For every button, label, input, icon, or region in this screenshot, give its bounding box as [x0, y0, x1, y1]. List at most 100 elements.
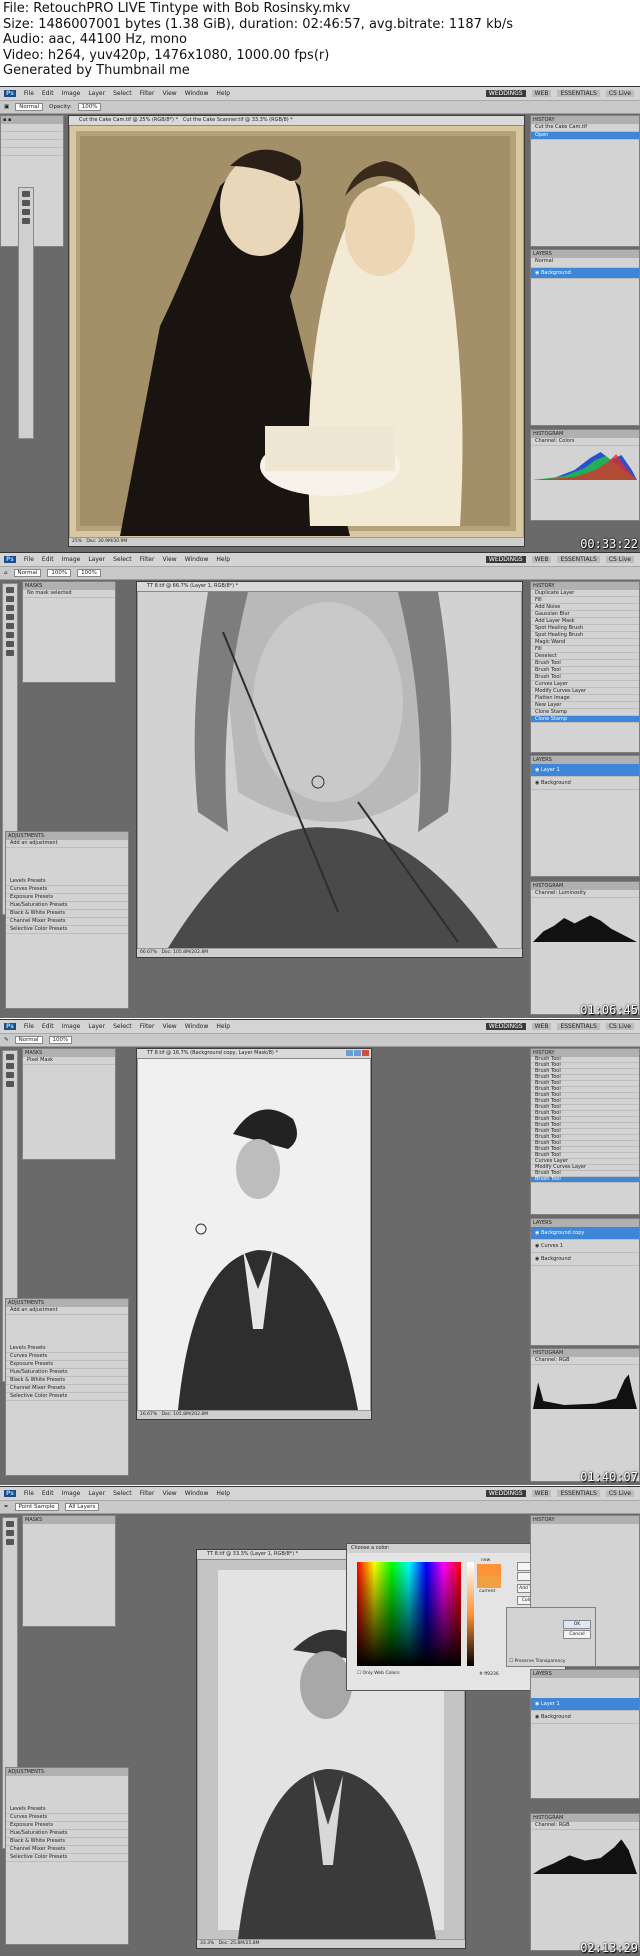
panel-row[interactable] [1, 140, 63, 148]
menu-file[interactable]: File [24, 556, 34, 563]
panel-row[interactable] [1, 124, 63, 132]
menu-view[interactable]: View [162, 1490, 176, 1497]
layer-row[interactable]: ◉ Curves 1 [531, 1240, 639, 1253]
history-item[interactable]: Duplicate Layer [531, 590, 639, 597]
workspace-weddings[interactable]: WEDDINGS [485, 1490, 526, 1497]
history-item[interactable]: Clone Stamp [531, 709, 639, 716]
history-item[interactable]: Curves Layer [531, 681, 639, 688]
brush-tool-icon[interactable] [6, 1072, 14, 1078]
menu-file[interactable]: File [24, 1490, 34, 1497]
history-item[interactable]: Brush Tool [531, 1177, 639, 1183]
menu-view[interactable]: View [162, 556, 176, 563]
menu-edit[interactable]: Edit [42, 1023, 54, 1030]
tool-preset-icon[interactable]: ▣ [4, 104, 9, 110]
only-web-colors-checkbox[interactable]: ☐ Only Web Colors [357, 1671, 400, 1676]
cs-live-button[interactable]: CS Live [605, 1023, 634, 1030]
opacity-field[interactable]: 100% [77, 103, 102, 111]
maximize-icon[interactable] [354, 1050, 361, 1056]
channel-value[interactable]: Colors [559, 438, 575, 444]
history-item[interactable]: Spot Healing Brush [531, 625, 639, 632]
channel-select[interactable]: Channel: RGB [531, 1357, 639, 1365]
zoom-readout[interactable]: 16.67% [140, 1412, 157, 1417]
eraser-tool-icon[interactable] [6, 632, 14, 638]
menu-help[interactable]: Help [216, 90, 230, 97]
preset-item[interactable]: Selective Color Presets [6, 1854, 128, 1862]
menu-filter[interactable]: Filter [140, 1023, 155, 1030]
channel-value[interactable]: RGB [559, 1822, 570, 1828]
preset-item[interactable]: Exposure Presets [6, 1361, 128, 1369]
hex-value[interactable]: ff9236 [484, 1672, 499, 1677]
mode-select[interactable]: Normal [15, 103, 44, 111]
hue-slider[interactable] [467, 1562, 474, 1666]
menu-view[interactable]: View [162, 90, 176, 97]
history-item[interactable]: Fill [531, 597, 639, 604]
document-tab[interactable]: TT 8.tif @ 16.7% (Background copy, Layer… [137, 1049, 371, 1059]
menu-edit[interactable]: Edit [42, 90, 54, 97]
panel-row[interactable] [1, 148, 63, 156]
workspace-weddings[interactable]: WEDDINGS [485, 1023, 526, 1030]
history-item[interactable]: Cut the Cake Cam.tif [531, 124, 639, 132]
eye-icon[interactable]: ◉ [535, 1714, 539, 1720]
preset-item[interactable]: Levels Presets [6, 1345, 128, 1353]
workspace-essentials[interactable]: ESSENTIALS [557, 1023, 600, 1030]
menu-image[interactable]: Image [62, 556, 81, 563]
preset-item[interactable]: Hue/Saturation Presets [6, 1369, 128, 1377]
cs-live-button[interactable]: CS Live [605, 556, 634, 563]
preset-item[interactable]: Channel Mixer Presets [6, 1385, 128, 1393]
lasso-tool-icon[interactable] [22, 209, 30, 215]
preset-item[interactable]: Levels Presets [6, 1806, 128, 1814]
menu-layer[interactable]: Layer [88, 556, 105, 563]
preset-item[interactable]: Curves Presets [6, 886, 128, 894]
preset-item[interactable]: Hue/Saturation Presets [6, 1830, 128, 1838]
zoom-readout[interactable]: 33.3% [200, 1941, 214, 1946]
layer-row[interactable]: ◉ Background [531, 1253, 639, 1266]
eye-icon[interactable]: ◉ [535, 270, 539, 276]
preset-item[interactable]: Curves Presets [6, 1814, 128, 1822]
layer-name[interactable]: Background copy [541, 1230, 584, 1236]
eye-icon[interactable]: ◉ [535, 767, 539, 773]
brush-icon[interactable]: ✎ [4, 1037, 9, 1043]
menu-filter[interactable]: Filter [140, 1490, 155, 1497]
menu-file[interactable]: File [24, 90, 34, 97]
opacity-field[interactable]: 100% [47, 569, 72, 577]
layer-row[interactable]: ◉ Background [531, 268, 639, 279]
photo-canvas[interactable] [138, 1059, 370, 1410]
menu-layer[interactable]: Layer [88, 1023, 105, 1030]
menu-select[interactable]: Select [113, 1023, 132, 1030]
menu-filter[interactable]: Filter [140, 90, 155, 97]
layer-name[interactable]: Background [541, 1714, 571, 1720]
history-item[interactable]: Open [531, 132, 639, 140]
layer-row[interactable]: ◉ Background copy [531, 1227, 639, 1240]
history-item[interactable]: Add Layer Mask [531, 618, 639, 625]
preset-item[interactable]: Hue/Saturation Presets [6, 902, 128, 910]
history-item[interactable]: Flatten Image [531, 695, 639, 702]
layer-name[interactable]: Layer 1 [541, 1701, 560, 1707]
workspace-essentials[interactable]: ESSENTIALS [557, 1490, 600, 1497]
channel-value[interactable]: Luminosity [559, 890, 586, 896]
menu-image[interactable]: Image [62, 90, 81, 97]
cs-live-button[interactable]: CS Live [605, 1490, 634, 1497]
document-tab[interactable]: Cut the Cake Cam.tif @ 25% (RGB/8*) * Cu… [69, 116, 524, 126]
preset-item[interactable]: Channel Mixer Presets [6, 1846, 128, 1854]
eye-icon[interactable]: ◉ [535, 780, 539, 786]
preset-item[interactable]: Black & White Presets [6, 1838, 128, 1846]
menu-window[interactable]: Window [185, 90, 209, 97]
preset-item[interactable]: Levels Presets [6, 878, 128, 886]
menu-image[interactable]: Image [62, 1490, 81, 1497]
photo-canvas[interactable] [138, 592, 521, 948]
menu-window[interactable]: Window [185, 1490, 209, 1497]
history-item[interactable]: Brush Tool [531, 660, 639, 667]
marquee-tool-icon[interactable] [22, 200, 30, 206]
cs-live-button[interactable]: CS Live [605, 90, 634, 97]
preset-item[interactable]: Channel Mixer Presets [6, 918, 128, 926]
tab-title[interactable]: TT 8.tif @ 66.7% (Layer 1, RGB/8*) * [147, 583, 238, 589]
history-item[interactable]: Modify Curves Layer [531, 688, 639, 695]
stamp-tool-icon[interactable] [6, 1081, 14, 1087]
channel-select[interactable]: Channel: RGB [531, 1822, 639, 1830]
stamp-tool-icon[interactable] [6, 623, 14, 629]
zoom-readout[interactable]: 66.67% [140, 950, 157, 955]
history-item[interactable]: Brush Tool [531, 667, 639, 674]
marquee-tool-icon[interactable] [6, 1530, 14, 1536]
layer-row[interactable]: ◉ Background [531, 1711, 639, 1724]
workspace-essentials[interactable]: ESSENTIALS [557, 556, 600, 563]
